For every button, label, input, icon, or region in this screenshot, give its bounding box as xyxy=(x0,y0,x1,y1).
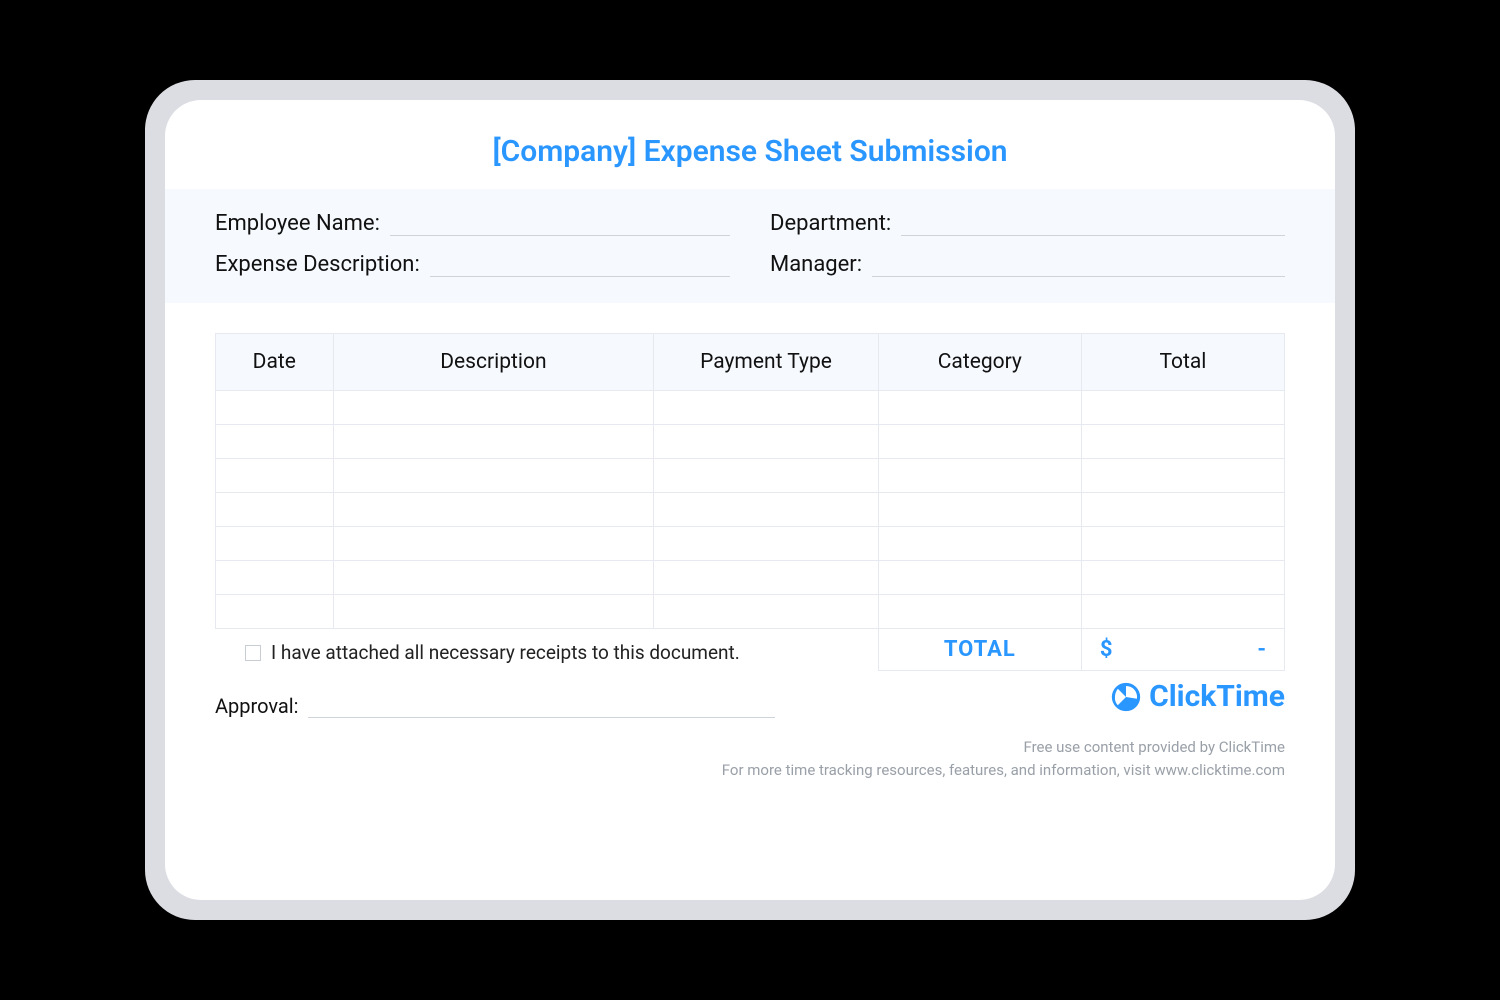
footer-line-2: For more time tracking resources, featur… xyxy=(215,759,1285,782)
col-header-total: Total xyxy=(1081,334,1284,391)
cell[interactable] xyxy=(654,425,878,459)
title-area: [Company] Expense Sheet Submission xyxy=(165,100,1335,189)
cell[interactable] xyxy=(333,391,654,425)
cell[interactable] xyxy=(654,391,878,425)
cell[interactable] xyxy=(878,425,1081,459)
cell[interactable] xyxy=(654,527,878,561)
cell[interactable] xyxy=(878,527,1081,561)
expense-table-wrap: Date Description Payment Type Category T… xyxy=(165,303,1335,671)
receipt-row: I have attached all necessary receipts t… xyxy=(245,641,1109,664)
cell[interactable] xyxy=(878,595,1081,629)
col-header-description: Description xyxy=(333,334,654,391)
cell[interactable] xyxy=(216,425,334,459)
cell[interactable] xyxy=(878,459,1081,493)
cell[interactable] xyxy=(1081,459,1284,493)
cell[interactable] xyxy=(1081,391,1284,425)
clock-icon xyxy=(1109,680,1143,714)
table-row xyxy=(216,595,1285,629)
cell[interactable] xyxy=(333,561,654,595)
cell[interactable] xyxy=(216,527,334,561)
approval-input-line[interactable] xyxy=(308,698,775,718)
footer-line-1: Free use content provided by ClickTime xyxy=(215,736,1285,759)
cell[interactable] xyxy=(216,459,334,493)
expense-description-field: Expense Description: xyxy=(215,252,730,277)
table-row xyxy=(216,459,1285,493)
brand-name: ClickTime xyxy=(1149,679,1285,714)
col-header-payment: Payment Type xyxy=(654,334,878,391)
manager-label: Manager: xyxy=(770,252,862,277)
cell[interactable] xyxy=(878,561,1081,595)
approval-label: Approval: xyxy=(215,694,298,718)
manager-field: Manager: xyxy=(770,252,1285,277)
employee-name-label: Employee Name: xyxy=(215,211,380,236)
cell[interactable] xyxy=(333,493,654,527)
table-row xyxy=(216,425,1285,459)
table-row xyxy=(216,391,1285,425)
department-label: Department: xyxy=(770,211,891,236)
document-screen: [Company] Expense Sheet Submission Emplo… xyxy=(165,100,1335,900)
expense-table: Date Description Payment Type Category T… xyxy=(215,333,1285,671)
below-table: I have attached all necessary receipts t… xyxy=(165,671,1335,718)
table-header-row: Date Description Payment Type Category T… xyxy=(216,334,1285,391)
device-frame: [Company] Expense Sheet Submission Emplo… xyxy=(145,80,1355,920)
approval-field: Approval: xyxy=(215,694,775,718)
employee-name-field: Employee Name: xyxy=(215,211,730,236)
cell[interactable] xyxy=(216,391,334,425)
employee-name-input-line[interactable] xyxy=(390,214,730,236)
left-below: I have attached all necessary receipts t… xyxy=(215,685,1109,718)
department-field: Department: xyxy=(770,211,1285,236)
col-header-category: Category xyxy=(878,334,1081,391)
table-row xyxy=(216,561,1285,595)
cell[interactable] xyxy=(878,493,1081,527)
cell[interactable] xyxy=(654,561,878,595)
receipt-text: I have attached all necessary receipts t… xyxy=(271,641,740,664)
cell[interactable] xyxy=(878,391,1081,425)
cell[interactable] xyxy=(333,425,654,459)
cell[interactable] xyxy=(1081,561,1284,595)
brand-logo: ClickTime xyxy=(1109,679,1285,714)
cell[interactable] xyxy=(1081,425,1284,459)
cell[interactable] xyxy=(1081,595,1284,629)
expense-description-input-line[interactable] xyxy=(430,255,730,277)
cell[interactable] xyxy=(333,459,654,493)
footer: Free use content provided by ClickTime F… xyxy=(165,718,1335,781)
cell[interactable] xyxy=(216,493,334,527)
table-row xyxy=(216,527,1285,561)
cell[interactable] xyxy=(654,595,878,629)
cell[interactable] xyxy=(1081,493,1284,527)
table-row xyxy=(216,493,1285,527)
expense-description-label: Expense Description: xyxy=(215,252,420,277)
department-input-line[interactable] xyxy=(901,214,1285,236)
manager-input-line[interactable] xyxy=(872,255,1285,277)
cell[interactable] xyxy=(654,493,878,527)
col-header-date: Date xyxy=(216,334,334,391)
cell[interactable] xyxy=(654,459,878,493)
total-amount: - xyxy=(1257,637,1266,662)
cell[interactable] xyxy=(333,527,654,561)
cell[interactable] xyxy=(333,595,654,629)
page-title: [Company] Expense Sheet Submission xyxy=(165,134,1335,169)
receipt-checkbox[interactable] xyxy=(245,645,261,661)
total-value-cell: $ - xyxy=(1081,629,1284,671)
cell[interactable] xyxy=(216,561,334,595)
cell[interactable] xyxy=(1081,527,1284,561)
info-band: Employee Name: Department: Expense Descr… xyxy=(165,189,1335,303)
cell[interactable] xyxy=(216,595,334,629)
